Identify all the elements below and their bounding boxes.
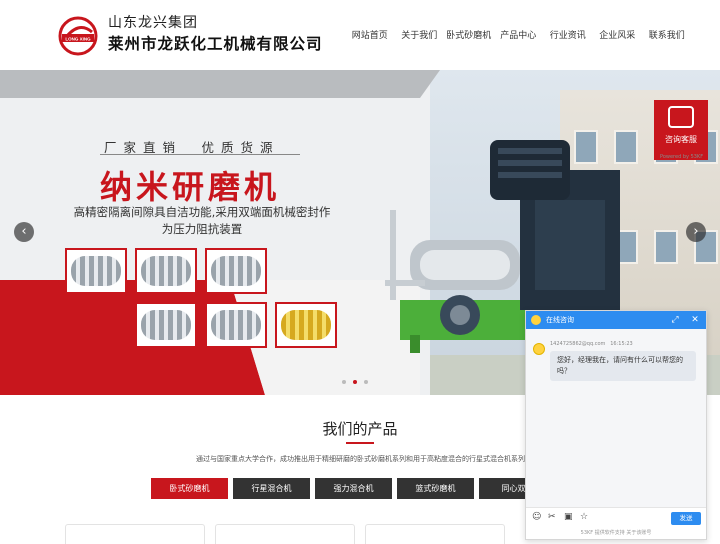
send-button[interactable]: 发送: [671, 512, 701, 525]
consult-service-button[interactable]: 咨询客服: [654, 100, 708, 160]
product-thumb: [135, 248, 197, 294]
star-icon[interactable]: ☆: [580, 512, 588, 522]
slide-dot[interactable]: [364, 380, 368, 384]
chat-title: 在线咨询: [546, 316, 574, 324]
tab-basket-mill[interactable]: 篮式砂磨机: [397, 478, 474, 499]
nav-gallery[interactable]: 企业风采: [593, 28, 643, 41]
scissors-icon[interactable]: ✂: [548, 512, 556, 522]
nav-contact[interactable]: 联系我们: [642, 28, 692, 41]
logo-text: LONG XING: [65, 37, 91, 42]
folder-icon[interactable]: ▣: [564, 512, 573, 522]
message-meta: 1424725862@qq.com 16:15:23: [550, 341, 633, 347]
rotor-image: [71, 256, 121, 286]
message-sender: 1424725862@qq.com: [550, 341, 606, 347]
tab-horizontal-sand-mill[interactable]: 卧式砂磨机: [151, 478, 228, 499]
main-nav: 网站首页 关于我们 卧式砂磨机 产品中心 行业资讯 企业风采 联系我们: [345, 28, 692, 41]
nav-horizontal-mill[interactable]: 卧式砂磨机: [444, 28, 494, 41]
chat-widget: 在线咨询 ⤢ ✕ 1424725862@qq.com 16:15:23 您好，经…: [525, 310, 707, 540]
product-thumb: [205, 248, 267, 294]
rotor-image: [141, 310, 191, 340]
product-thumb: [205, 302, 267, 348]
title-underline: [346, 442, 374, 444]
nav-about[interactable]: 关于我们: [395, 28, 445, 41]
product-card[interactable]: [215, 524, 355, 544]
group-name: 山东龙兴集团: [108, 15, 198, 31]
chat-logo-icon: [531, 315, 541, 325]
message-bubble: 您好，经理我在，请问有什么可以帮您的吗？: [550, 351, 696, 381]
rotor-image: [211, 256, 261, 286]
products-description: 通过与国家重点大学合作，成功推出用于精细研磨的卧式砂磨机系列和用于高粘度混合的行…: [196, 455, 525, 463]
powered-by: Powered by 53KF: [660, 154, 704, 160]
rotor-image: [211, 310, 261, 340]
chat-toolbar: ☺ ✂ ▣ ☆ 发送: [526, 507, 706, 527]
agent-avatar: [533, 343, 545, 355]
rotor-image: [141, 256, 191, 286]
nav-news[interactable]: 行业资讯: [543, 28, 593, 41]
product-thumb: [65, 248, 127, 294]
close-icon[interactable]: ✕: [688, 311, 702, 329]
chat-bubble-icon: [668, 106, 694, 128]
banner-pagination: [342, 380, 368, 384]
product-card[interactable]: [65, 524, 205, 544]
site-header: LONG XING 山东龙兴集团 莱州市龙跃化工机械有限公司 网站首页 关于我们…: [0, 0, 720, 70]
message-time: 16:15:23: [610, 341, 633, 347]
chat-header: 在线咨询 ⤢ ✕: [526, 311, 706, 329]
product-card[interactable]: [365, 524, 505, 544]
nav-products[interactable]: 产品中心: [494, 28, 544, 41]
chat-messages: 1424725862@qq.com 16:15:23 您好，经理我在，请问有什么…: [526, 329, 706, 507]
product-thumb: [135, 302, 197, 348]
chat-footer: 53KF 提供软件支持 关于该账号: [526, 527, 706, 539]
emoji-icon[interactable]: ☺: [532, 512, 541, 522]
building-window: [654, 230, 678, 264]
tab-planetary-mixer[interactable]: 行星混合机: [233, 478, 310, 499]
product-thumb: [275, 302, 337, 348]
maximize-icon[interactable]: ⤢: [668, 311, 682, 329]
slogan-divider: [100, 154, 300, 155]
banner-title: 纳米研磨机: [100, 168, 281, 206]
banner-gray-band: [0, 70, 440, 98]
company-name: 莱州市龙跃化工机械有限公司: [108, 35, 323, 53]
slide-dot-active[interactable]: [353, 380, 357, 384]
nav-home[interactable]: 网站首页: [345, 28, 395, 41]
rotor-image: [281, 310, 331, 340]
banner-prev-button[interactable]: ‹: [14, 222, 34, 242]
slide-dot[interactable]: [342, 380, 346, 384]
product-tabs: 卧式砂磨机 行星混合机 强力混合机 篮式砂磨机 同心双轴: [151, 478, 556, 499]
consult-label: 咨询客服: [665, 135, 697, 144]
company-logo[interactable]: LONG XING: [58, 16, 98, 56]
tab-power-mixer[interactable]: 强力混合机: [315, 478, 392, 499]
banner-description: 高精密隔离间隙具自洁功能,采用双端面机械密封作为压力阻抗装置: [73, 205, 331, 236]
banner-next-button[interactable]: ›: [686, 222, 706, 242]
